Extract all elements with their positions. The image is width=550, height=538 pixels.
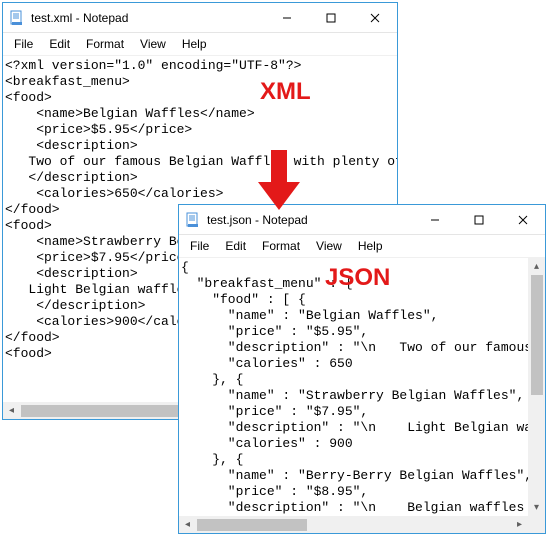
scroll-left-icon[interactable]: ◂: [3, 402, 20, 419]
minimize-button[interactable]: [413, 205, 457, 234]
scroll-right-icon[interactable]: ▸: [511, 516, 528, 533]
menu-edit[interactable]: Edit: [218, 237, 253, 255]
menubar: File Edit Format View Help: [179, 235, 545, 258]
titlebar[interactable]: test.xml - Notepad: [3, 3, 397, 33]
close-button[interactable]: [501, 205, 545, 234]
notepad-window-json: test.json - Notepad File Edit Format Vie…: [178, 204, 546, 534]
notepad-icon: [185, 212, 201, 228]
scroll-thumb[interactable]: [21, 405, 201, 417]
scroll-corner: [528, 516, 545, 533]
maximize-button[interactable]: [457, 205, 501, 234]
menu-help[interactable]: Help: [175, 35, 214, 53]
scroll-left-icon[interactable]: ◂: [179, 516, 196, 533]
menu-help[interactable]: Help: [351, 237, 390, 255]
menu-view[interactable]: View: [309, 237, 349, 255]
menu-file[interactable]: File: [7, 35, 40, 53]
window-title: test.json - Notepad: [207, 213, 413, 227]
maximize-button[interactable]: [309, 3, 353, 32]
scroll-thumb[interactable]: [197, 519, 307, 531]
menu-view[interactable]: View: [133, 35, 173, 53]
menu-format[interactable]: Format: [79, 35, 131, 53]
window-controls: [265, 3, 397, 32]
vertical-scrollbar[interactable]: ▴ ▾: [528, 258, 545, 516]
close-button[interactable]: [353, 3, 397, 32]
scroll-up-icon[interactable]: ▴: [528, 258, 545, 275]
titlebar[interactable]: test.json - Notepad: [179, 205, 545, 235]
menu-edit[interactable]: Edit: [42, 35, 77, 53]
window-title: test.xml - Notepad: [31, 11, 265, 25]
menubar: File Edit Format View Help: [3, 33, 397, 56]
window-controls: [413, 205, 545, 234]
menu-format[interactable]: Format: [255, 237, 307, 255]
minimize-button[interactable]: [265, 3, 309, 32]
notepad-icon: [9, 10, 25, 26]
scroll-thumb[interactable]: [531, 275, 543, 395]
horizontal-scrollbar[interactable]: ◂ ▸: [179, 516, 528, 533]
menu-file[interactable]: File: [183, 237, 216, 255]
json-text[interactable]: { "breakfast_menu" : { "food" : [ { "nam…: [179, 258, 545, 533]
scroll-down-icon[interactable]: ▾: [528, 499, 545, 516]
editor-content[interactable]: { "breakfast_menu" : { "food" : [ { "nam…: [179, 258, 545, 533]
